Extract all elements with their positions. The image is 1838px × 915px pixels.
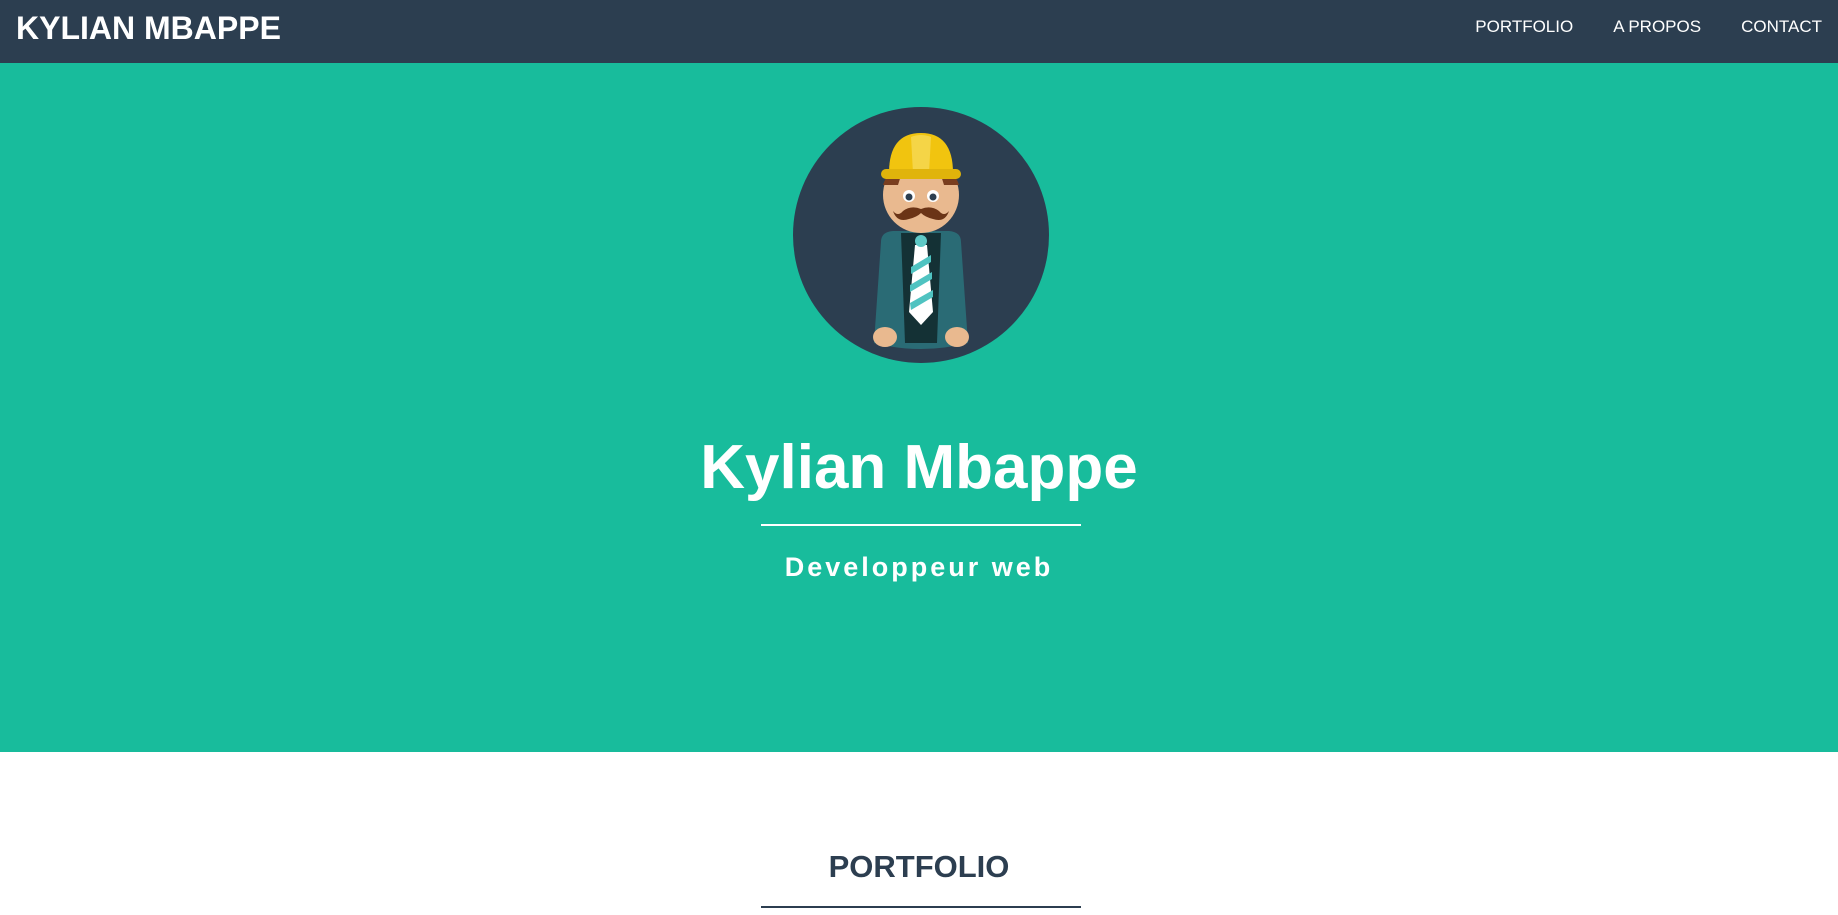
nav-link-portfolio[interactable]: PORTFOLIO (1475, 17, 1573, 37)
navbar: KYLIAN MBAPPE PORTFOLIO A PROPOS CONTACT (0, 0, 1838, 63)
hero-tagline: Developpeur web (784, 552, 1054, 582)
nav-link-a-propos[interactable]: A PROPOS (1613, 17, 1701, 37)
portfolio-title: PORTFOLIO (828, 849, 1010, 884)
construction-worker-avatar-icon (793, 107, 1049, 363)
nav-links: PORTFOLIO A PROPOS CONTACT (1435, 0, 1822, 54)
brand-link[interactable]: KYLIAN MBAPPE (16, 8, 281, 48)
hero-section: Kylian Mbappe Developpeur web (0, 63, 1838, 752)
nav-link-contact[interactable]: CONTACT (1741, 17, 1822, 37)
hero-divider (761, 524, 1081, 526)
hero-name: Kylian Mbappe (700, 433, 1138, 502)
portfolio-divider (761, 906, 1081, 908)
